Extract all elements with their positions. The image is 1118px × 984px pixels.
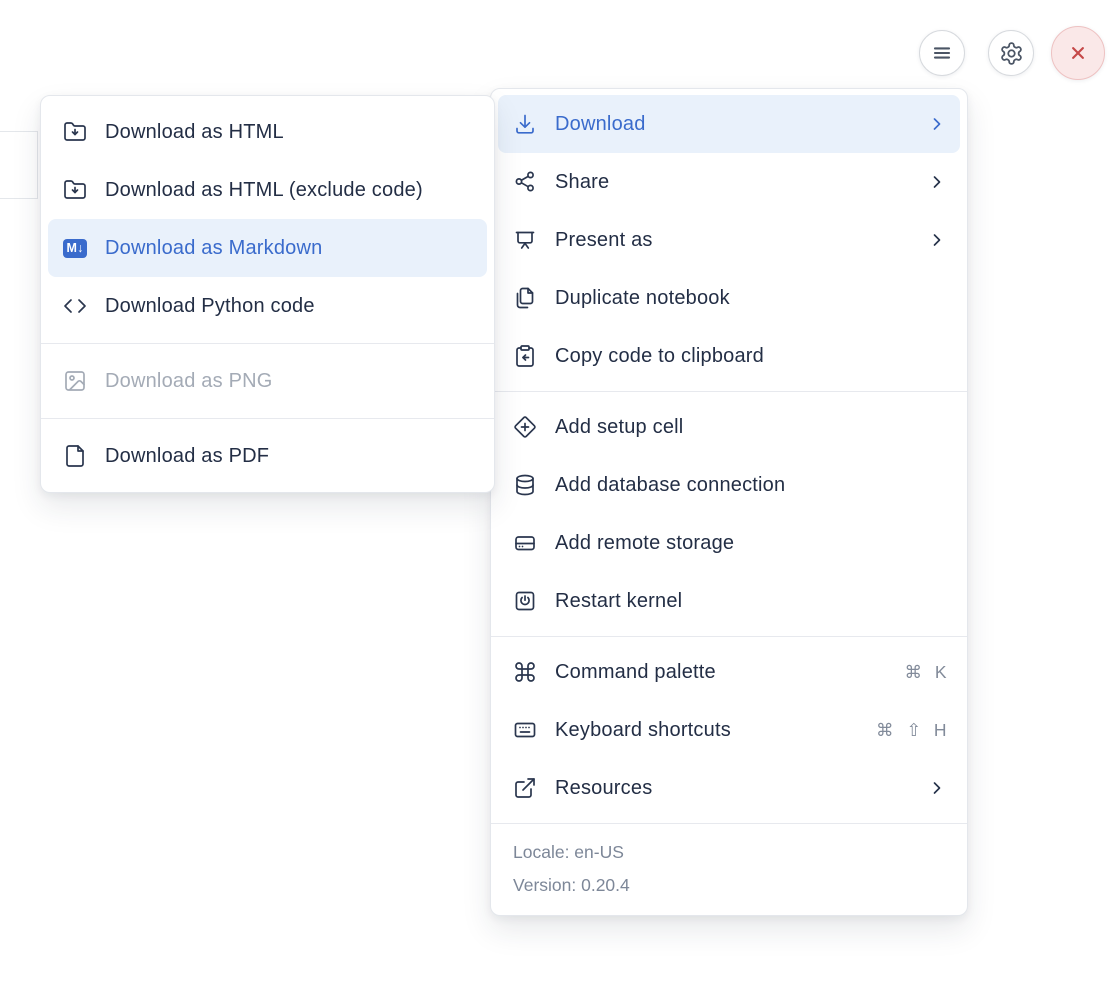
download-submenu: Download as HTML Download as HTML (exclu… bbox=[40, 95, 495, 493]
menu-item-label: Copy code to clipboard bbox=[555, 345, 947, 368]
menu-item-duplicate-notebook[interactable]: Duplicate notebook bbox=[498, 269, 960, 327]
menu-item-add-setup-cell[interactable]: Add setup cell bbox=[498, 398, 960, 456]
presentation-icon bbox=[513, 228, 537, 252]
diamond-plus-icon bbox=[513, 415, 537, 439]
menu-item-restart-kernel[interactable]: Restart kernel bbox=[498, 572, 960, 630]
menu-footer: Locale: en-US Version: 0.20.4 bbox=[491, 823, 967, 915]
menu-item-label: Resources bbox=[555, 777, 909, 800]
menu-item-label: Download as HTML (exclude code) bbox=[105, 179, 474, 202]
app-canvas: Download as HTML Download as HTML (exclu… bbox=[0, 0, 1118, 984]
keyboard-shortcut: ⌘ K bbox=[904, 662, 947, 683]
notebook-menu-button[interactable] bbox=[919, 30, 965, 76]
menu-item-label: Duplicate notebook bbox=[555, 287, 947, 310]
folder-download-icon bbox=[63, 178, 87, 202]
menu-item-label: Keyboard shortcuts bbox=[555, 719, 858, 742]
version-text: Version: 0.20.4 bbox=[513, 869, 945, 902]
keyboard-icon bbox=[513, 718, 537, 742]
menu-item-label: Add remote storage bbox=[555, 532, 947, 555]
file-icon bbox=[63, 444, 87, 468]
menu-item-download-as-markdown[interactable]: M↓ Download as Markdown bbox=[48, 219, 487, 277]
menu-item-label: Add database connection bbox=[555, 474, 947, 497]
menu-item-label: Command palette bbox=[555, 661, 886, 684]
menu-item-label: Share bbox=[555, 171, 909, 194]
markdown-icon: M↓ bbox=[63, 236, 87, 260]
menu-item-label: Download bbox=[555, 113, 909, 136]
code-icon bbox=[63, 294, 87, 318]
shutdown-button[interactable] bbox=[1051, 26, 1105, 80]
menu-item-download[interactable]: Download bbox=[498, 95, 960, 153]
menu-item-download-python-code[interactable]: Download Python code bbox=[48, 277, 487, 335]
download-icon bbox=[513, 112, 537, 136]
power-icon bbox=[513, 589, 537, 613]
menu-item-present-as[interactable]: Present as bbox=[498, 211, 960, 269]
background-cell-border bbox=[0, 131, 38, 132]
settings-button[interactable] bbox=[988, 30, 1034, 76]
close-icon bbox=[1065, 40, 1091, 66]
menu-divider bbox=[491, 391, 967, 392]
menu-item-download-as-html[interactable]: Download as HTML bbox=[48, 103, 487, 161]
hamburger-icon bbox=[929, 40, 955, 66]
hard-drive-icon bbox=[513, 531, 537, 555]
menu-item-download-as-png: Download as PNG bbox=[48, 352, 487, 410]
menu-item-label: Download Python code bbox=[105, 295, 474, 318]
external-link-icon bbox=[513, 776, 537, 800]
share-icon bbox=[513, 170, 537, 194]
chevron-right-icon bbox=[927, 230, 947, 250]
menu-divider bbox=[41, 343, 494, 344]
chevron-right-icon bbox=[927, 172, 947, 192]
locale-text: Locale: en-US bbox=[513, 836, 945, 869]
menu-divider bbox=[491, 636, 967, 637]
menu-item-label: Present as bbox=[555, 229, 909, 252]
menu-item-label: Download as HTML bbox=[105, 121, 474, 144]
chevron-right-icon bbox=[927, 778, 947, 798]
notebook-actions-menu: Download Share Present as bbox=[490, 88, 968, 916]
database-icon bbox=[513, 473, 537, 497]
menu-item-label: Download as Markdown bbox=[105, 237, 474, 260]
menu-item-add-remote-storage[interactable]: Add remote storage bbox=[498, 514, 960, 572]
menu-item-command-palette[interactable]: Command palette ⌘ K bbox=[498, 643, 960, 701]
folder-download-icon bbox=[63, 120, 87, 144]
menu-item-download-as-pdf[interactable]: Download as PDF bbox=[48, 427, 487, 485]
menu-item-share[interactable]: Share bbox=[498, 153, 960, 211]
chevron-right-icon bbox=[927, 114, 947, 134]
command-icon bbox=[513, 660, 537, 684]
menu-item-copy-code-to-clipboard[interactable]: Copy code to clipboard bbox=[498, 327, 960, 385]
image-icon bbox=[63, 369, 87, 393]
menu-item-label: Download as PNG bbox=[105, 370, 474, 393]
menu-item-keyboard-shortcuts[interactable]: Keyboard shortcuts ⌘ ⇧ H bbox=[498, 701, 960, 759]
gear-icon bbox=[999, 41, 1024, 66]
background-cell-border bbox=[37, 131, 38, 199]
keyboard-shortcut: ⌘ ⇧ H bbox=[876, 720, 947, 741]
background-cell-border bbox=[0, 198, 38, 199]
menu-item-download-as-html-exclude-code[interactable]: Download as HTML (exclude code) bbox=[48, 161, 487, 219]
duplicate-icon bbox=[513, 286, 537, 310]
clipboard-copy-icon bbox=[513, 344, 537, 368]
menu-item-label: Restart kernel bbox=[555, 590, 947, 613]
menu-item-resources[interactable]: Resources bbox=[498, 759, 960, 817]
menu-divider bbox=[41, 418, 494, 419]
menu-item-label: Add setup cell bbox=[555, 416, 947, 439]
menu-item-add-database-connection[interactable]: Add database connection bbox=[498, 456, 960, 514]
menu-item-label: Download as PDF bbox=[105, 445, 474, 468]
